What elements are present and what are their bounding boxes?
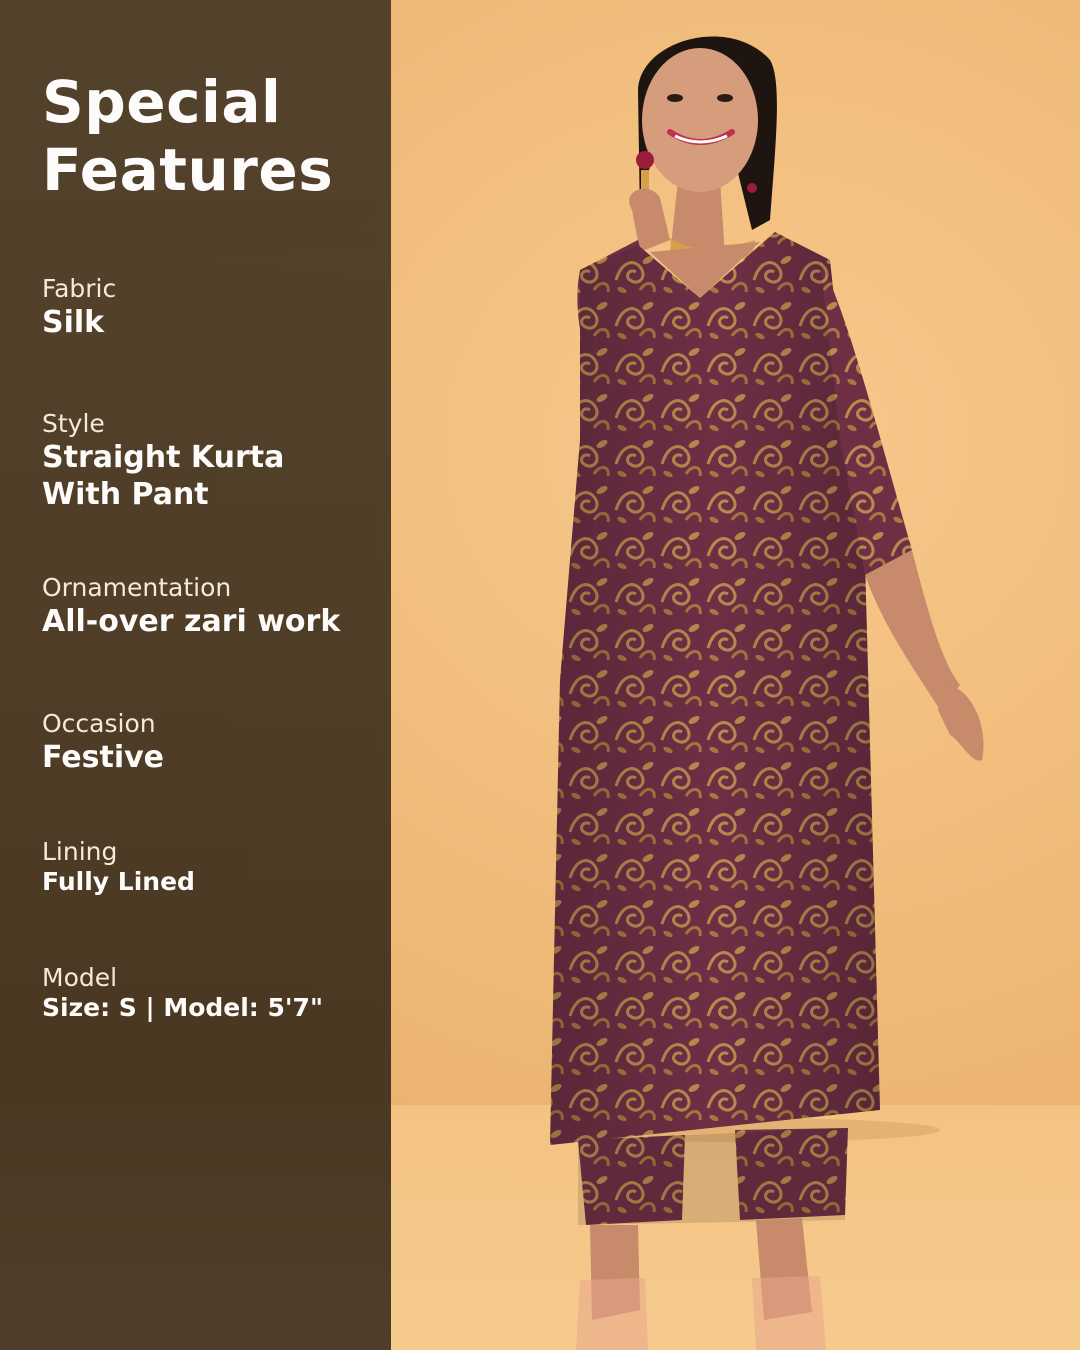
panel-title: Special Features xyxy=(42,68,333,204)
feature-label: Model xyxy=(42,963,118,992)
title-line: Features xyxy=(42,136,334,204)
feature-label: Occasion xyxy=(42,709,156,738)
feature-value: Festive xyxy=(42,740,165,775)
feature-value: With Pant xyxy=(42,477,209,512)
feature-model: Model Size: S | Model: 5'7" xyxy=(42,963,323,1023)
feature-occasion: Occasion Festive xyxy=(42,709,164,776)
feature-fabric: Fabric Silk xyxy=(42,274,116,341)
feature-style: Style Straight Kurta With Pant xyxy=(42,409,284,513)
title-line: Special xyxy=(42,68,282,136)
feature-value: Fully Lined xyxy=(42,867,195,896)
feature-label: Lining xyxy=(42,837,118,866)
feature-value: Straight Kurta xyxy=(42,440,285,475)
feature-lining: Lining Fully Lined xyxy=(42,837,195,897)
feature-label: Fabric xyxy=(42,274,117,303)
feature-ornamentation: Ornamentation All-over zari work xyxy=(42,573,340,640)
feature-value: All-over zari work xyxy=(42,604,341,639)
features-panel: Special Features Fabric Silk Style Strai… xyxy=(0,0,391,1350)
feature-label: Style xyxy=(42,409,105,438)
feature-value: Size: S | Model: 5'7" xyxy=(42,993,323,1022)
feature-label: Ornamentation xyxy=(42,573,232,602)
feature-value: Silk xyxy=(42,305,105,340)
model-photo xyxy=(550,36,984,1350)
